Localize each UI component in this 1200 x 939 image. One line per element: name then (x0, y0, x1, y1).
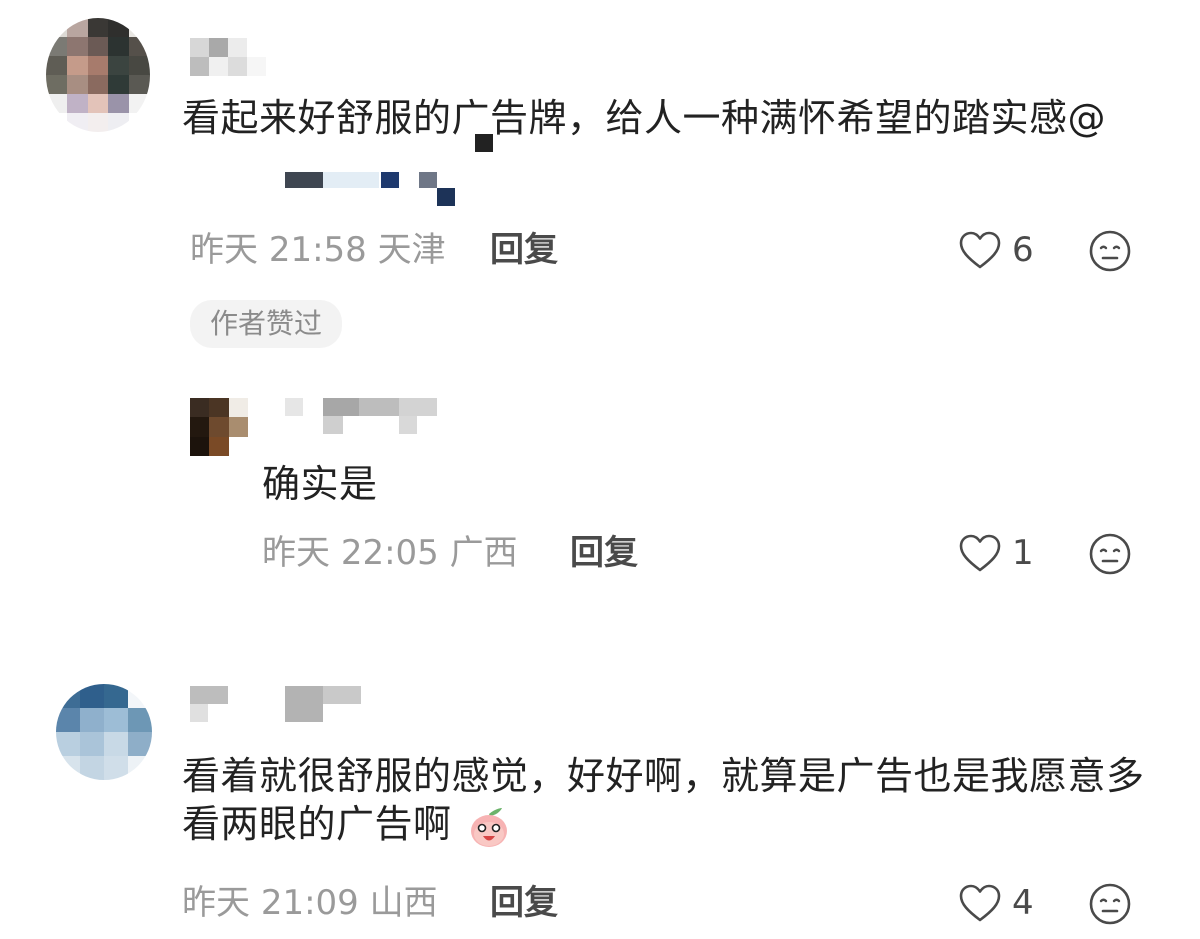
comment-body: 看起来好舒服的广告牌，给人一种满怀希望的踏实感 (182, 96, 1068, 140)
mention-at[interactable]: @ (1068, 96, 1107, 140)
reply-button[interactable]: 回复 (490, 883, 558, 923)
reply-meta: 昨天 22:05 广西 (262, 533, 518, 573)
neutral-face-icon[interactable] (1088, 532, 1132, 576)
username[interactable] (190, 686, 365, 724)
reply-button[interactable]: 回复 (490, 230, 558, 270)
neutral-face-icon[interactable] (1088, 882, 1132, 926)
neutral-face-icon[interactable] (1088, 229, 1132, 273)
like-count: 6 (1012, 230, 1034, 270)
like-button[interactable]: 6 (958, 230, 1034, 270)
cursor-block (475, 134, 493, 152)
reply-text: 确实是 (262, 462, 378, 506)
comment-meta: 昨天 21:09 山西 (182, 883, 438, 923)
mention-username[interactable] (285, 172, 465, 212)
comment-text: 看着就很舒服的感觉，好好啊，就算是广告也是我愿意多看两眼的广告啊 (182, 752, 1167, 850)
avatar[interactable] (56, 684, 152, 780)
reply-button[interactable]: 回复 (570, 533, 638, 573)
comment-clock: 21:09 (260, 883, 359, 923)
comment-location: 天津 (377, 230, 446, 270)
comment-date: 昨天 (190, 230, 258, 270)
comment-clock: 21:58 (268, 230, 367, 270)
like-count: 4 (1012, 883, 1034, 923)
comment-body: 看着就很舒服的感觉，好好啊，就算是广告也是我愿意多看两眼的广告啊 (182, 754, 1145, 846)
reply-username[interactable] (285, 398, 445, 438)
heart-outline-icon (958, 230, 1002, 270)
reply-avatar[interactable] (190, 398, 248, 456)
username[interactable] (190, 38, 266, 76)
comment-location: 山西 (369, 883, 438, 923)
reply-date: 昨天 (262, 533, 330, 573)
reply-clock: 22:05 (340, 533, 439, 573)
comment-text: 看起来好舒服的广告牌，给人一种满怀希望的踏实感@ (182, 94, 1167, 142)
like-button[interactable]: 4 (958, 883, 1034, 923)
peach-emoji (466, 804, 512, 850)
avatar[interactable] (46, 18, 150, 132)
author-liked-badge: 作者赞过 (190, 300, 343, 348)
heart-outline-icon (958, 533, 1002, 573)
comment-meta: 昨天 21:58 天津 (190, 230, 446, 270)
like-count: 1 (1012, 533, 1034, 573)
comment-date: 昨天 (182, 883, 250, 923)
reply-location: 广西 (449, 533, 518, 573)
heart-outline-icon (958, 883, 1002, 923)
like-button[interactable]: 1 (958, 533, 1034, 573)
